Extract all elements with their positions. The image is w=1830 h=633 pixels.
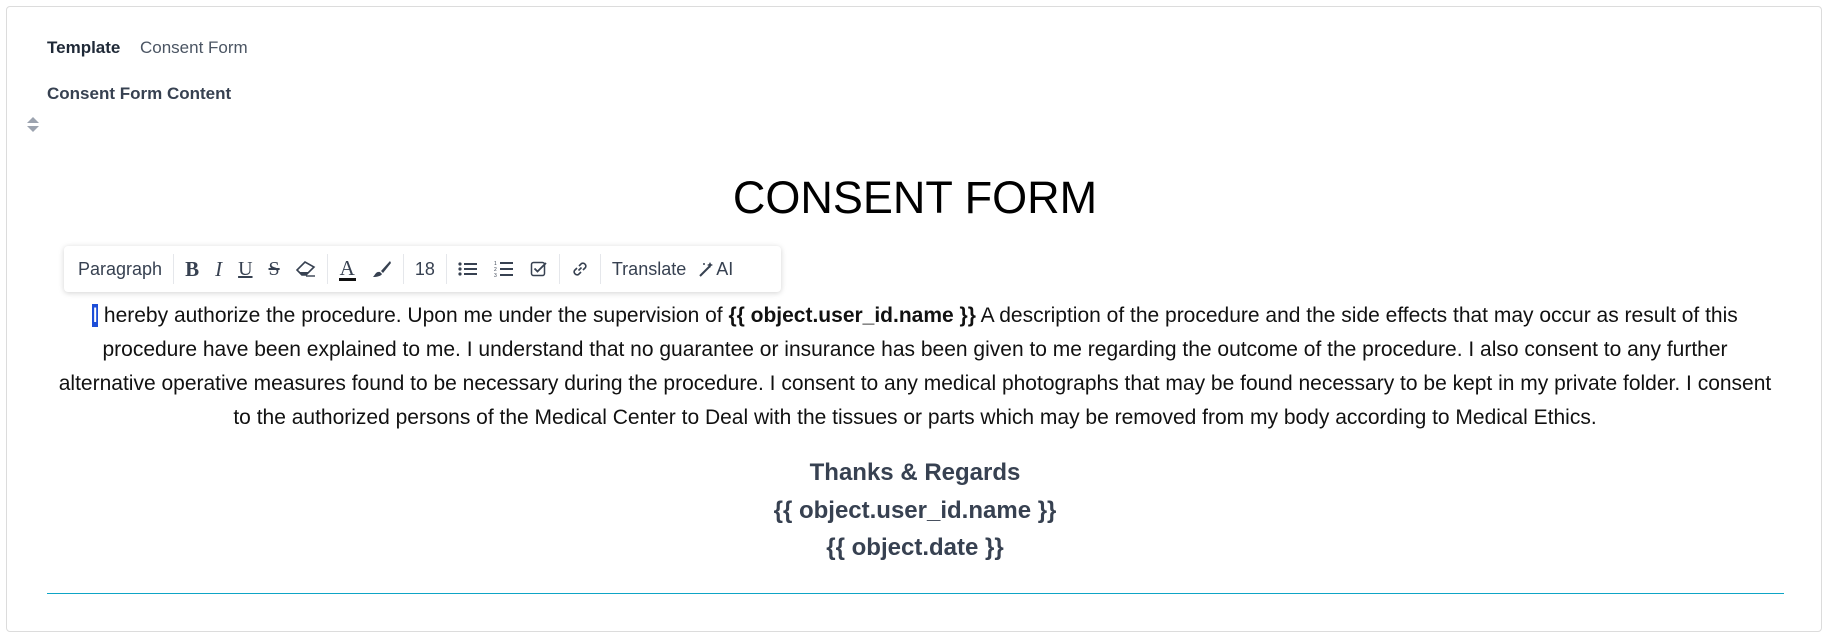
font-size-button[interactable]: 18 bbox=[407, 252, 443, 286]
content-field-label: Consent Form Content bbox=[47, 84, 232, 103]
brush-icon[interactable] bbox=[364, 252, 400, 286]
toolbar-divider bbox=[402, 254, 404, 284]
ai-button[interactable]: AI bbox=[694, 252, 737, 286]
bold-icon[interactable]: B bbox=[177, 252, 207, 286]
user-name-variable: {{ object.user_id.name }} bbox=[728, 304, 976, 327]
ai-label: AI bbox=[716, 258, 734, 279]
consent-body-paragraph[interactable]: I hereby authorize the procedure. Upon m… bbox=[55, 299, 1775, 435]
svg-text:3: 3 bbox=[494, 273, 497, 278]
magic-wand-icon bbox=[699, 262, 714, 277]
signer-variable[interactable]: {{ object.user_id.name }} bbox=[0, 497, 1830, 525]
numbered-list-icon[interactable]: 123 bbox=[486, 252, 522, 286]
closing-line[interactable]: Thanks & Regards bbox=[0, 459, 1830, 487]
font-color-icon[interactable]: A bbox=[331, 252, 364, 286]
toolbar-divider bbox=[445, 254, 447, 284]
link-icon[interactable] bbox=[563, 252, 597, 286]
paragraph-style-button[interactable]: Paragraph bbox=[70, 252, 170, 286]
sort-icon[interactable] bbox=[27, 116, 39, 134]
template-field: Template Consent Form bbox=[47, 38, 248, 58]
template-label: Template bbox=[47, 38, 121, 57]
template-value[interactable]: Consent Form bbox=[140, 38, 248, 58]
bullet-list-icon[interactable] bbox=[450, 252, 486, 286]
document-title[interactable]: CONSENT FORM bbox=[0, 172, 1830, 224]
checklist-icon[interactable] bbox=[522, 252, 556, 286]
underline-icon[interactable]: U bbox=[230, 252, 260, 286]
editor-bottom-border bbox=[47, 593, 1784, 594]
strikethrough-icon[interactable]: S bbox=[261, 252, 288, 286]
toolbar-divider bbox=[558, 254, 560, 284]
body-text-part1: hereby authorize the procedure. Upon me … bbox=[98, 304, 729, 327]
toolbar-divider bbox=[599, 254, 601, 284]
toolbar-divider bbox=[326, 254, 328, 284]
italic-icon[interactable]: I bbox=[207, 252, 230, 286]
eraser-icon[interactable] bbox=[288, 252, 324, 286]
date-variable[interactable]: {{ object.date }} bbox=[0, 534, 1830, 562]
toolbar-divider bbox=[173, 254, 175, 284]
editor-toolbar: Paragraph B I U S A 18 123 Translate AI bbox=[64, 246, 781, 292]
translate-button[interactable]: Translate bbox=[604, 252, 694, 286]
